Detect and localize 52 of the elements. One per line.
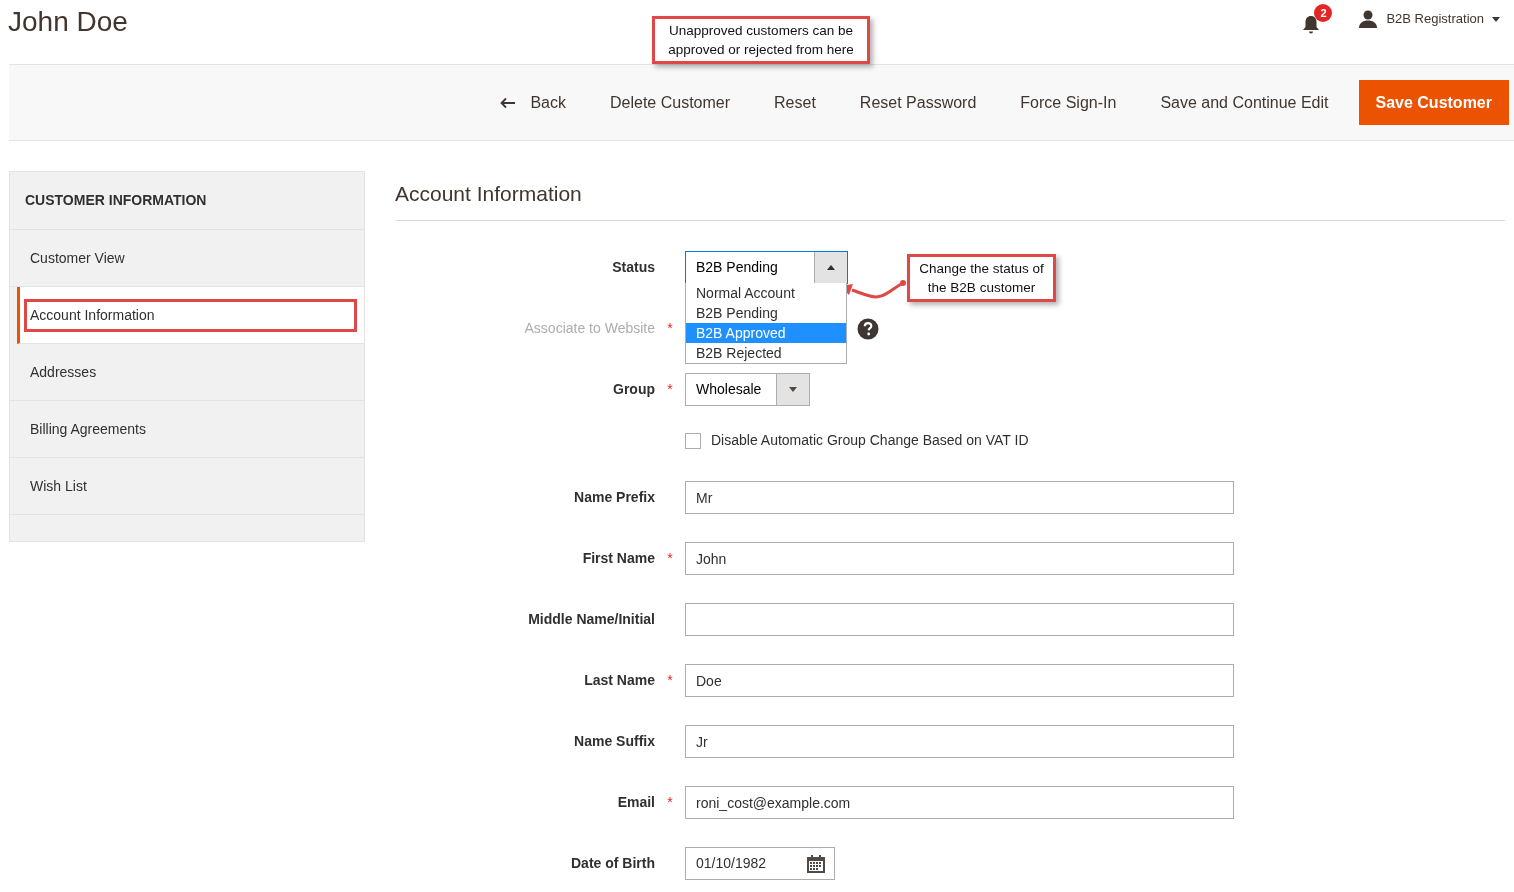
sidebar-item[interactable]: Account Information [17, 287, 364, 344]
field-label: Associate to Website [523, 319, 655, 339]
dropdown-option[interactable]: Normal Account [686, 283, 846, 304]
toolbar-button[interactable]: Save and Continue Edit [1138, 80, 1351, 125]
text-field[interactable]: Mr [685, 481, 1234, 515]
select-field[interactable]: Wholesale [685, 373, 810, 407]
checkbox-label: Disable Automatic Group Change Based on VAT ID [711, 431, 1029, 451]
field-label: Last Name [583, 671, 655, 691]
required-mark: * [667, 381, 673, 398]
toolbar-button[interactable]: Reset [752, 80, 838, 125]
caret-icon [789, 387, 797, 393]
section-title: Account Information [395, 181, 1505, 222]
calendar-icon[interactable] [806, 853, 826, 874]
field-label: Status [611, 258, 655, 278]
user-menu[interactable]: B2B Registration [1358, 9, 1500, 29]
checkbox[interactable] [685, 432, 701, 449]
field-label: First Name [581, 549, 655, 569]
field-label: Name Prefix [573, 488, 655, 508]
arrow-left-icon [500, 96, 517, 109]
toolbar-button[interactable]: Force Sign-In [998, 80, 1139, 125]
dropdown-option[interactable]: B2B Rejected [686, 343, 846, 364]
text-field[interactable]: roni_cost@example.com [685, 786, 1234, 820]
required-mark: * [667, 550, 673, 567]
date-field[interactable]: 01/10/1982 [685, 847, 835, 881]
callout-note: Unapproved customers can be approved or rejected from here [652, 16, 870, 64]
callout-note: Change the status of the B2B customer [907, 254, 1056, 302]
required-mark: * [667, 320, 673, 337]
notification-count: 2 [1314, 4, 1333, 22]
select-field[interactable]: B2B Pending [685, 251, 848, 285]
back-button[interactable]: Back [478, 80, 588, 125]
page-title: John Doe [8, 5, 128, 39]
field-label: Middle Name/Initial [527, 610, 655, 630]
text-field[interactable]: Doe [685, 664, 1234, 698]
text-field[interactable]: John [685, 542, 1234, 576]
save-button[interactable]: Save Customer [1358, 80, 1509, 125]
required-mark: * [667, 672, 673, 689]
caret-icon [1492, 16, 1500, 22]
text-field[interactable]: Jr [685, 725, 1234, 759]
field-label: Email [616, 793, 655, 813]
notification-button[interactable]: 2 [1302, 4, 1335, 34]
required-mark: * [667, 794, 673, 811]
text-field[interactable] [685, 603, 1234, 637]
toolbar-button[interactable]: Delete Customer [588, 80, 753, 125]
caret-up-icon [827, 265, 835, 271]
dropdown-option[interactable]: B2B Pending [686, 303, 846, 324]
toolbar-button[interactable]: Reset Password [837, 80, 999, 125]
help-icon[interactable] [857, 317, 879, 340]
field-label: Group [612, 380, 655, 400]
field-label: Name Suffix [573, 732, 655, 752]
bell-icon [1302, 14, 1321, 35]
field-label: Date of Birth [570, 854, 655, 874]
user-icon [1358, 10, 1379, 28]
